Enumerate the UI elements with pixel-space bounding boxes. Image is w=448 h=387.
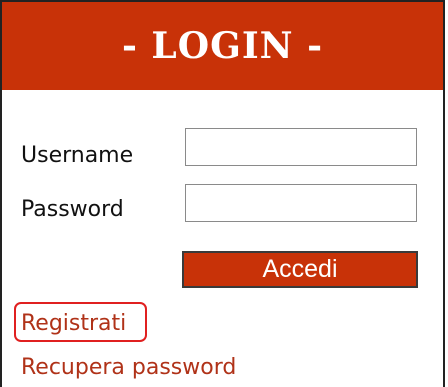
password-field[interactable]	[185, 184, 417, 222]
login-panel: - LOGIN - Username Password Accedi Regis…	[0, 0, 445, 387]
username-label: Username	[21, 143, 134, 168]
accedi-button[interactable]: Accedi	[182, 251, 418, 288]
login-header: - LOGIN -	[2, 2, 443, 90]
recover-password-link[interactable]: Recupera password	[21, 355, 236, 380]
login-title: - LOGIN -	[121, 25, 324, 67]
username-field[interactable]	[185, 128, 417, 166]
register-link[interactable]: Registrati	[21, 311, 126, 336]
password-label: Password	[21, 197, 124, 222]
